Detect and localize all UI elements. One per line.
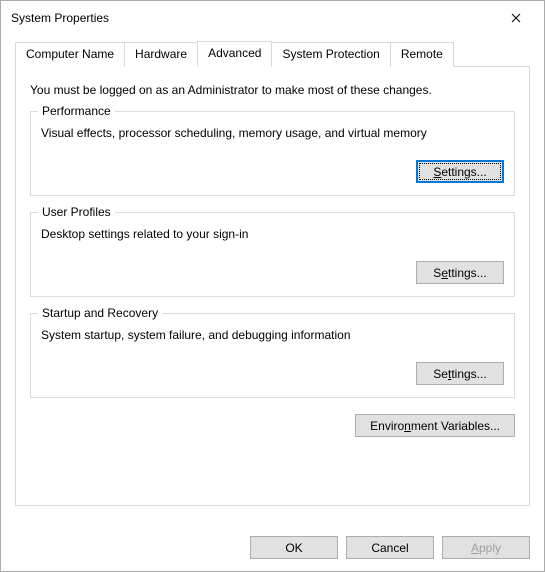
group-startup-title: Startup and Recovery — [38, 306, 162, 320]
tab-row: Computer Name Hardware Advanced System P… — [15, 41, 530, 66]
window-title: System Properties — [11, 11, 109, 25]
apply-button: Apply — [442, 536, 530, 559]
group-performance-title: Performance — [38, 104, 115, 118]
tab-hardware[interactable]: Hardware — [124, 42, 198, 67]
group-user-profiles-desc: Desktop settings related to your sign-in — [41, 227, 504, 241]
close-button[interactable] — [498, 5, 534, 31]
group-performance-desc: Visual effects, processor scheduling, me… — [41, 126, 504, 140]
group-startup-recovery: Startup and Recovery System startup, sys… — [30, 313, 515, 398]
group-performance: Performance Visual effects, processor sc… — [30, 111, 515, 196]
close-icon — [511, 13, 521, 23]
tab-advanced[interactable]: Advanced — [197, 41, 272, 66]
ok-button[interactable]: OK — [250, 536, 338, 559]
tab-advanced-panel: You must be logged on as an Administrato… — [15, 66, 530, 506]
performance-settings-button[interactable]: Settings... — [416, 160, 504, 183]
admin-note: You must be logged on as an Administrato… — [30, 83, 515, 97]
tab-system-protection[interactable]: System Protection — [271, 42, 390, 67]
group-startup-desc: System startup, system failure, and debu… — [41, 328, 504, 342]
cancel-button[interactable]: Cancel — [346, 536, 434, 559]
group-user-profiles: User Profiles Desktop settings related t… — [30, 212, 515, 297]
tab-remote[interactable]: Remote — [390, 42, 454, 67]
user-profiles-settings-button[interactable]: Settings... — [416, 261, 504, 284]
tab-computer-name[interactable]: Computer Name — [15, 42, 125, 67]
startup-settings-button[interactable]: Settings... — [416, 362, 504, 385]
environment-variables-button[interactable]: Environment Variables... — [355, 414, 515, 437]
group-user-profiles-title: User Profiles — [38, 205, 115, 219]
